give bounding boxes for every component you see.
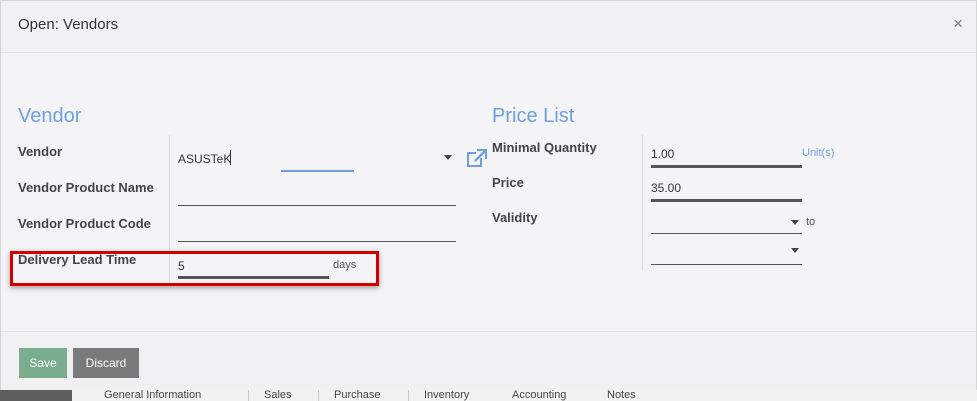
vendor-product-name-label: Vendor Product Name xyxy=(18,180,154,195)
tab-notes: Notes xyxy=(607,389,636,401)
tab-divider xyxy=(318,389,319,401)
tab-general-information: General Information xyxy=(104,389,202,401)
unit-of-measure-link[interactable]: Unit(s) xyxy=(802,147,834,159)
tab-accounting: Accounting xyxy=(512,389,567,401)
price-label: Price xyxy=(492,175,524,190)
minimal-quantity-input[interactable]: 1.00 xyxy=(651,147,674,161)
validity-end-date-input[interactable] xyxy=(651,264,802,265)
discard-button[interactable]: Discard xyxy=(73,348,139,378)
vendor-product-code-input[interactable] xyxy=(178,241,456,242)
tab-divider xyxy=(408,389,409,401)
vendor-dialog: Open: Vendors × Vendor Vendor ASUSTeK Ve… xyxy=(0,0,977,390)
price-list-section-title: Price List xyxy=(492,105,575,127)
validity-start-caret-icon[interactable] xyxy=(791,220,799,225)
text-cursor xyxy=(230,150,231,165)
vendor-section-title: Vendor xyxy=(18,105,82,127)
vendor-label: Vendor xyxy=(18,144,63,159)
validity-to-label: to xyxy=(806,216,816,228)
dialog-footer: Save Discard xyxy=(1,331,976,390)
price-underline xyxy=(651,199,802,202)
validity-start-date-input[interactable] xyxy=(651,233,802,234)
tab-purchase: Purchase xyxy=(334,389,381,401)
tab-inventory: Inventory xyxy=(424,389,470,401)
background-tabs: General Information Sales Purchase Inven… xyxy=(72,389,977,401)
minimal-quantity-label: Minimal Quantity xyxy=(492,140,597,155)
tab-divider xyxy=(248,389,249,401)
minimal-quantity-underline xyxy=(651,165,802,168)
vendor-dropdown-caret-icon[interactable] xyxy=(444,155,452,160)
vendor-input[interactable]: ASUSTeK xyxy=(178,152,231,166)
close-icon[interactable]: × xyxy=(953,14,963,34)
highlight-box xyxy=(10,251,379,286)
validity-label: Validity xyxy=(492,210,538,225)
price-column-divider xyxy=(642,135,643,271)
external-link-icon[interactable] xyxy=(466,148,488,168)
tab-sales: Sales xyxy=(264,389,292,401)
dialog-title: Open: Vendors xyxy=(18,16,119,33)
dialog-header: Open: Vendors × xyxy=(1,1,976,53)
vendor-product-name-input[interactable] xyxy=(178,205,456,206)
save-button[interactable]: Save xyxy=(19,348,67,378)
validity-end-caret-icon[interactable] xyxy=(791,248,799,253)
vendor-input-focus-underline xyxy=(281,170,354,172)
vendor-product-code-label: Vendor Product Code xyxy=(18,216,151,231)
price-input[interactable]: 35.00 xyxy=(651,181,681,195)
